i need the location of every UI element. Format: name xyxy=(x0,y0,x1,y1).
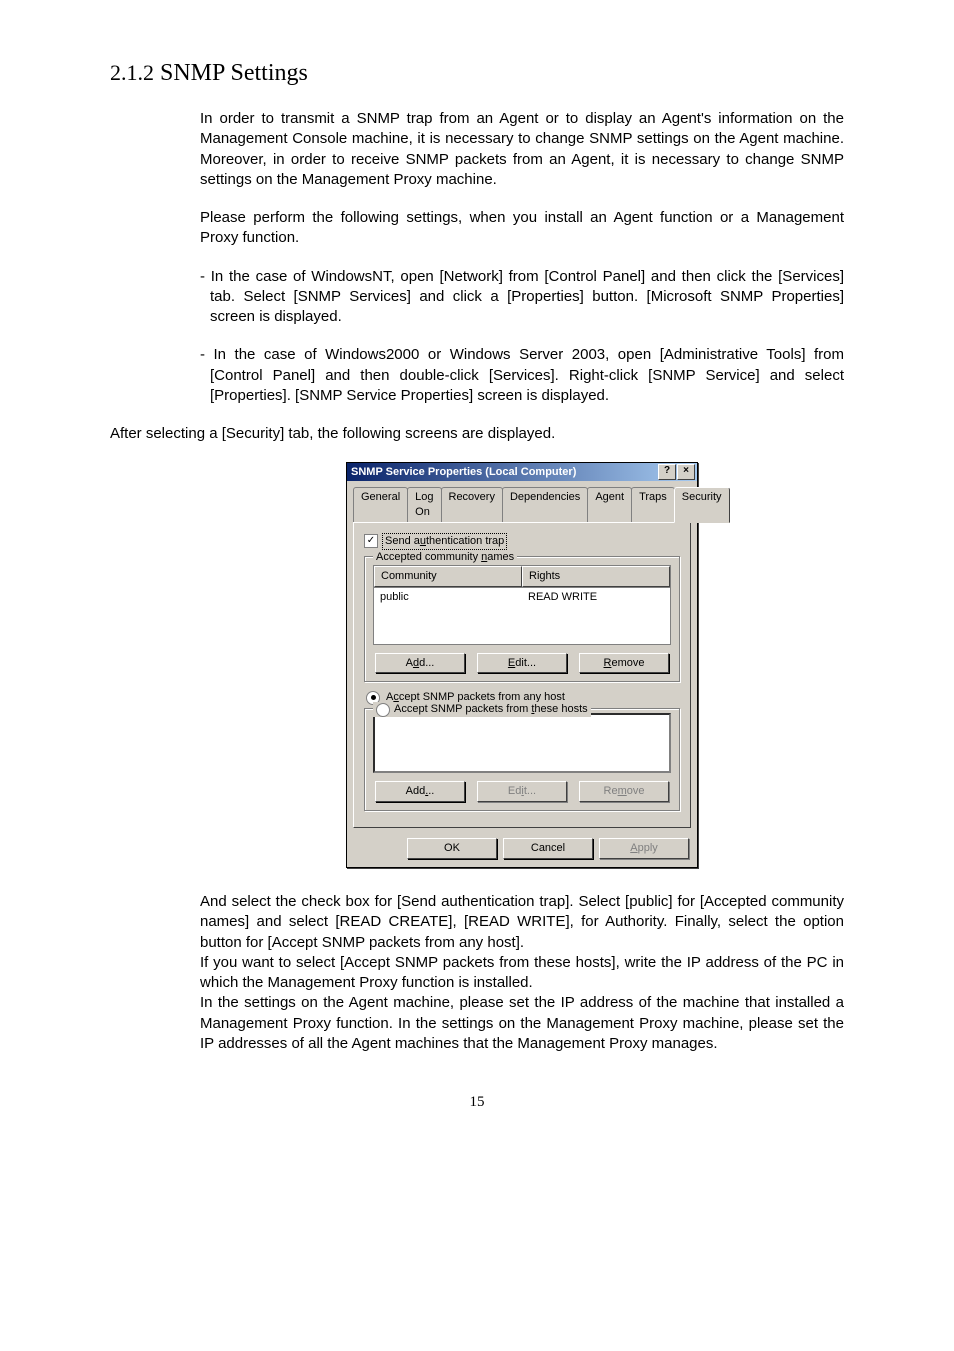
section-title: SNMP Settings xyxy=(160,60,308,86)
community-edit-button[interactable]: Edit... xyxy=(477,653,567,674)
dialog-snmp-properties: SNMP Service Properties (Local Computer)… xyxy=(346,462,698,868)
hosts-edit-button: Edit... xyxy=(477,781,567,802)
col-rights: Rights xyxy=(522,566,670,587)
group-legend: Accepted community names xyxy=(373,550,517,565)
bullet-item: - In the case of Windows2000 or Windows … xyxy=(200,345,844,406)
tab-recovery[interactable]: Recovery xyxy=(441,487,503,522)
tab-panel-security: ✓ Send authentication trap Accepted comm… xyxy=(353,522,691,828)
paragraph: If you want to select [Accept SNMP packe… xyxy=(200,953,844,994)
radio-these-label: Accept SNMP packets from these hosts xyxy=(394,702,588,717)
col-community: Community xyxy=(374,566,522,587)
dialog-title: SNMP Service Properties (Local Computer) xyxy=(351,465,576,480)
radio-icon xyxy=(376,703,390,717)
hosts-remove-button: Remove xyxy=(579,781,669,802)
cancel-button[interactable]: Cancel xyxy=(503,838,593,859)
cell-community: public xyxy=(374,588,522,644)
community-remove-button[interactable]: Remove xyxy=(579,653,669,674)
tab-strip: General Log On Recovery Dependencies Age… xyxy=(347,481,697,522)
hosts-list[interactable] xyxy=(373,713,671,773)
help-button[interactable]: ? xyxy=(658,464,676,480)
hosts-add-button[interactable]: Add... xyxy=(375,781,465,802)
tab-security[interactable]: Security xyxy=(674,487,730,523)
paragraph: And select the check box for [Send authe… xyxy=(200,892,844,953)
paragraph: In the settings on the Agent machine, pl… xyxy=(200,993,844,1054)
bullet-item: - In the case of WindowsNT, open [Networ… xyxy=(200,267,844,328)
cell-rights: READ WRITE xyxy=(522,588,670,644)
community-list[interactable]: public READ WRITE xyxy=(373,588,671,645)
paragraph: After selecting a [Security] tab, the fo… xyxy=(110,424,844,444)
section-heading: 2.1.2 SNMP Settings xyxy=(110,60,844,87)
apply-button: Apply xyxy=(599,838,689,859)
page-number: 15 xyxy=(110,1094,844,1111)
community-add-button[interactable]: Add... xyxy=(375,653,465,674)
paragraph: In order to transmit a SNMP trap from an… xyxy=(200,109,844,190)
section-number: 2.1.2 xyxy=(110,60,154,85)
tab-general[interactable]: General xyxy=(353,487,408,522)
radio-these-hosts[interactable]: Accept SNMP packets from these hosts xyxy=(373,702,591,717)
ok-button[interactable]: OK xyxy=(407,838,497,859)
accepted-community-group: Accepted community names Community Right… xyxy=(364,556,680,683)
community-list-header: Community Rights xyxy=(373,565,671,588)
dialog-titlebar: SNMP Service Properties (Local Computer)… xyxy=(347,463,697,481)
tab-dependencies[interactable]: Dependencies xyxy=(502,487,588,522)
tab-agent[interactable]: Agent xyxy=(587,487,632,522)
paragraph: Please perform the following settings, w… xyxy=(200,208,844,249)
tab-traps[interactable]: Traps xyxy=(631,487,675,522)
send-auth-trap-label: Send authentication trap xyxy=(382,533,507,550)
tab-logon[interactable]: Log On xyxy=(407,487,441,522)
close-button[interactable]: × xyxy=(677,464,695,480)
accept-these-hosts-group: Accept SNMP packets from these hosts Add… xyxy=(364,708,680,811)
send-auth-trap-checkbox[interactable]: ✓ xyxy=(364,534,378,548)
